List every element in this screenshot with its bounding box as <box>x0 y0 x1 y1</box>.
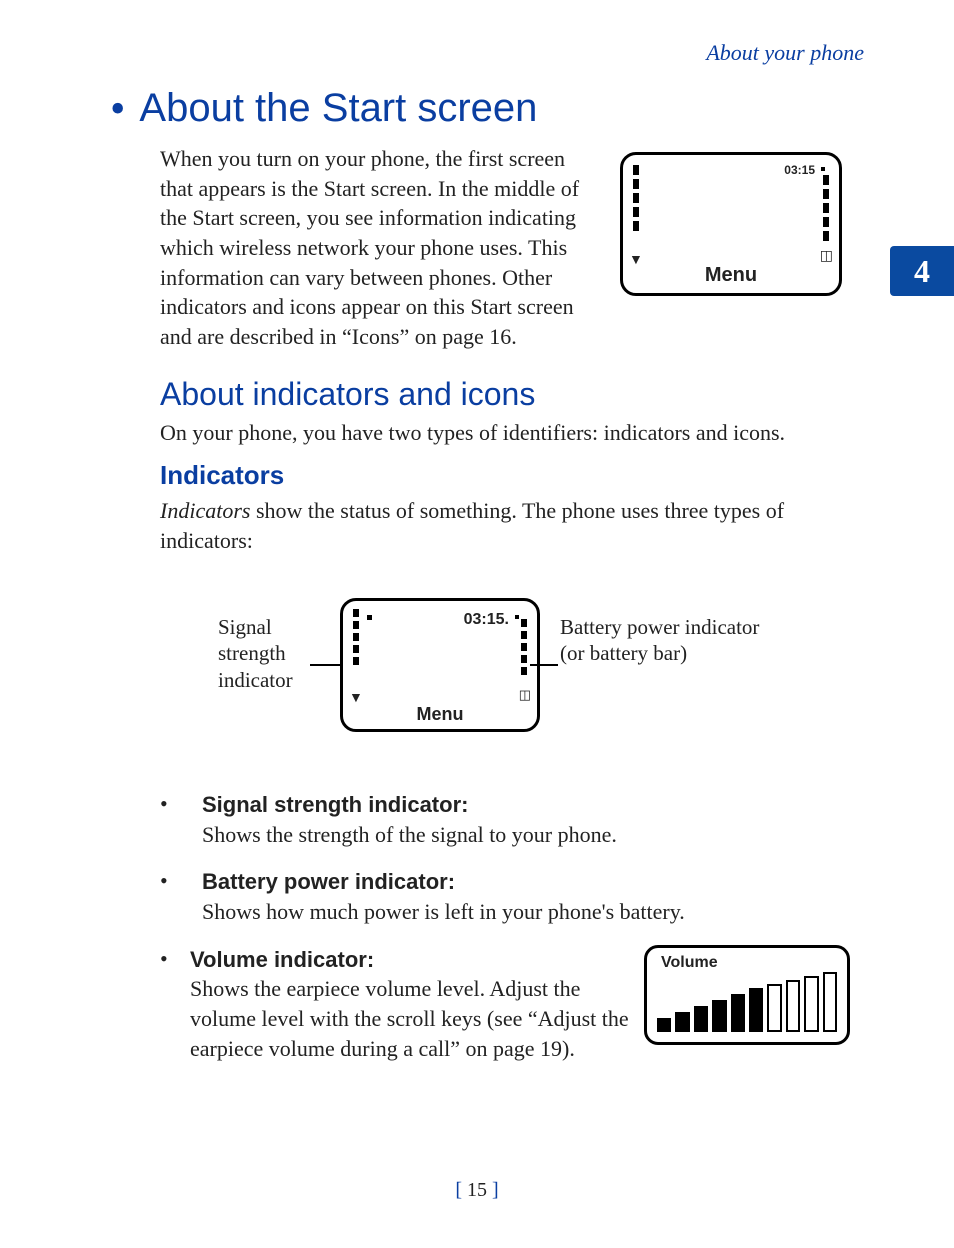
callout-label-battery: Battery power indicator (or battery bar) <box>560 614 760 667</box>
volume-bar-icon <box>731 994 745 1032</box>
signal-bar-icon <box>633 221 639 231</box>
running-header: About your phone <box>706 40 864 66</box>
battery-icon: ◫ <box>820 248 833 265</box>
signal-bar-icon <box>353 633 359 641</box>
battery-bar-icon <box>521 631 527 639</box>
volume-bar-icon <box>823 972 837 1032</box>
signal-bar-icon <box>353 621 359 629</box>
list-item-body: Volume indicator: Shows the earpiece vol… <box>190 945 850 1064</box>
start-screen-illustration: 03:15 ▼ ◫ Menu <box>620 152 842 296</box>
list-item-text: Shows the earpiece volume level. Adjust … <box>190 976 629 1060</box>
softkey-label: Menu <box>623 264 839 287</box>
antenna-icon: ▼ <box>349 689 363 705</box>
signal-bar-icon <box>633 179 639 189</box>
battery-icon: ◫ <box>519 687 531 703</box>
body-text: show the status of something. The phone … <box>160 498 784 553</box>
list-item-text: Shows how much power is left in your pho… <box>202 899 685 924</box>
signal-bar-icon <box>633 207 639 217</box>
bullet-icon: • <box>160 790 202 849</box>
heading-2: About indicators and icons <box>160 376 535 413</box>
volume-illustration: Volume <box>644 945 850 1045</box>
heading-1: About the Start screen <box>139 86 537 131</box>
battery-bar-icon <box>823 203 829 213</box>
message-dot-icon <box>367 615 372 620</box>
volume-bar-icon <box>712 1000 726 1032</box>
list-item: • Battery power indicator: Shows how muc… <box>160 867 850 926</box>
list-item: • Volume indicator: Shows the earpiece v… <box>160 945 850 1064</box>
battery-bar-icon <box>823 217 829 227</box>
signal-bar-icon <box>353 609 359 617</box>
start-screen-illustration: 03:15. ▼ ◫ Menu <box>340 598 540 732</box>
list-item-body: Signal strength indicator: Shows the str… <box>202 790 850 849</box>
alarm-dot-icon <box>821 167 825 171</box>
bullet-icon: • <box>110 87 125 131</box>
volume-bar-icon <box>786 980 800 1032</box>
volume-bar-icon <box>657 1018 671 1032</box>
heading-3: Indicators <box>160 460 284 491</box>
clock-readout: 03:15 <box>784 163 815 177</box>
alarm-dot-icon <box>515 615 519 619</box>
body-text: On your phone, you have two types of ide… <box>160 418 840 448</box>
list-item-text: Shows the strength of the signal to your… <box>202 822 617 847</box>
battery-bar-icon <box>521 655 527 663</box>
list-item-label: Battery power indicator: <box>202 869 455 894</box>
signal-bar-icon <box>633 193 639 203</box>
intro-paragraph: When you turn on your phone, the first s… <box>160 144 600 352</box>
volume-title: Volume <box>661 952 718 974</box>
page-footer: [ 15 ] <box>0 1179 954 1202</box>
manual-page: About your phone 4 • About the Start scr… <box>0 0 954 1248</box>
list-item-label: Volume indicator: <box>190 947 374 972</box>
battery-bar-icon <box>823 189 829 199</box>
callout-label-signal: Signal strength indicator <box>218 614 328 693</box>
battery-bar-icon <box>823 175 829 185</box>
indicator-diagram: Signal strength indicator 03:15. ▼ ◫ Men… <box>160 598 840 748</box>
battery-bar-icon <box>521 619 527 627</box>
body-text: Indicators show the status of something.… <box>160 496 840 555</box>
bracket-icon: ] <box>487 1179 499 1201</box>
list-item-text-block: Volume indicator: Shows the earpiece vol… <box>190 945 630 1064</box>
chapter-tab: 4 <box>890 246 954 296</box>
battery-bar-icon <box>521 643 527 651</box>
volume-bar-icon <box>694 1006 708 1032</box>
volume-bar-icon <box>767 984 781 1032</box>
volume-bars <box>657 976 837 1032</box>
volume-bar-icon <box>675 1012 689 1032</box>
signal-bar-icon <box>353 657 359 665</box>
callout-line-icon <box>530 664 558 666</box>
clock-readout: 03:15. <box>464 611 509 629</box>
signal-bar-icon <box>353 645 359 653</box>
page-number: 15 <box>467 1179 487 1201</box>
volume-bar-icon <box>749 988 763 1032</box>
indicator-list: • Signal strength indicator: Shows the s… <box>160 790 850 1082</box>
battery-bar-icon <box>823 231 829 241</box>
bracket-icon: [ <box>455 1179 467 1201</box>
emphasis-term: Indicators <box>160 498 250 523</box>
list-item: • Signal strength indicator: Shows the s… <box>160 790 850 849</box>
bullet-icon: • <box>160 945 190 1064</box>
softkey-label: Menu <box>343 704 537 725</box>
volume-bar-icon <box>804 976 818 1032</box>
signal-bar-icon <box>633 165 639 175</box>
bullet-icon: • <box>160 867 202 926</box>
list-item-label: Signal strength indicator: <box>202 792 468 817</box>
callout-line-icon <box>310 664 344 666</box>
list-item-body: Battery power indicator: Shows how much … <box>202 867 850 926</box>
heading-1-row: • About the Start screen <box>110 86 537 131</box>
battery-bar-icon <box>521 667 527 675</box>
